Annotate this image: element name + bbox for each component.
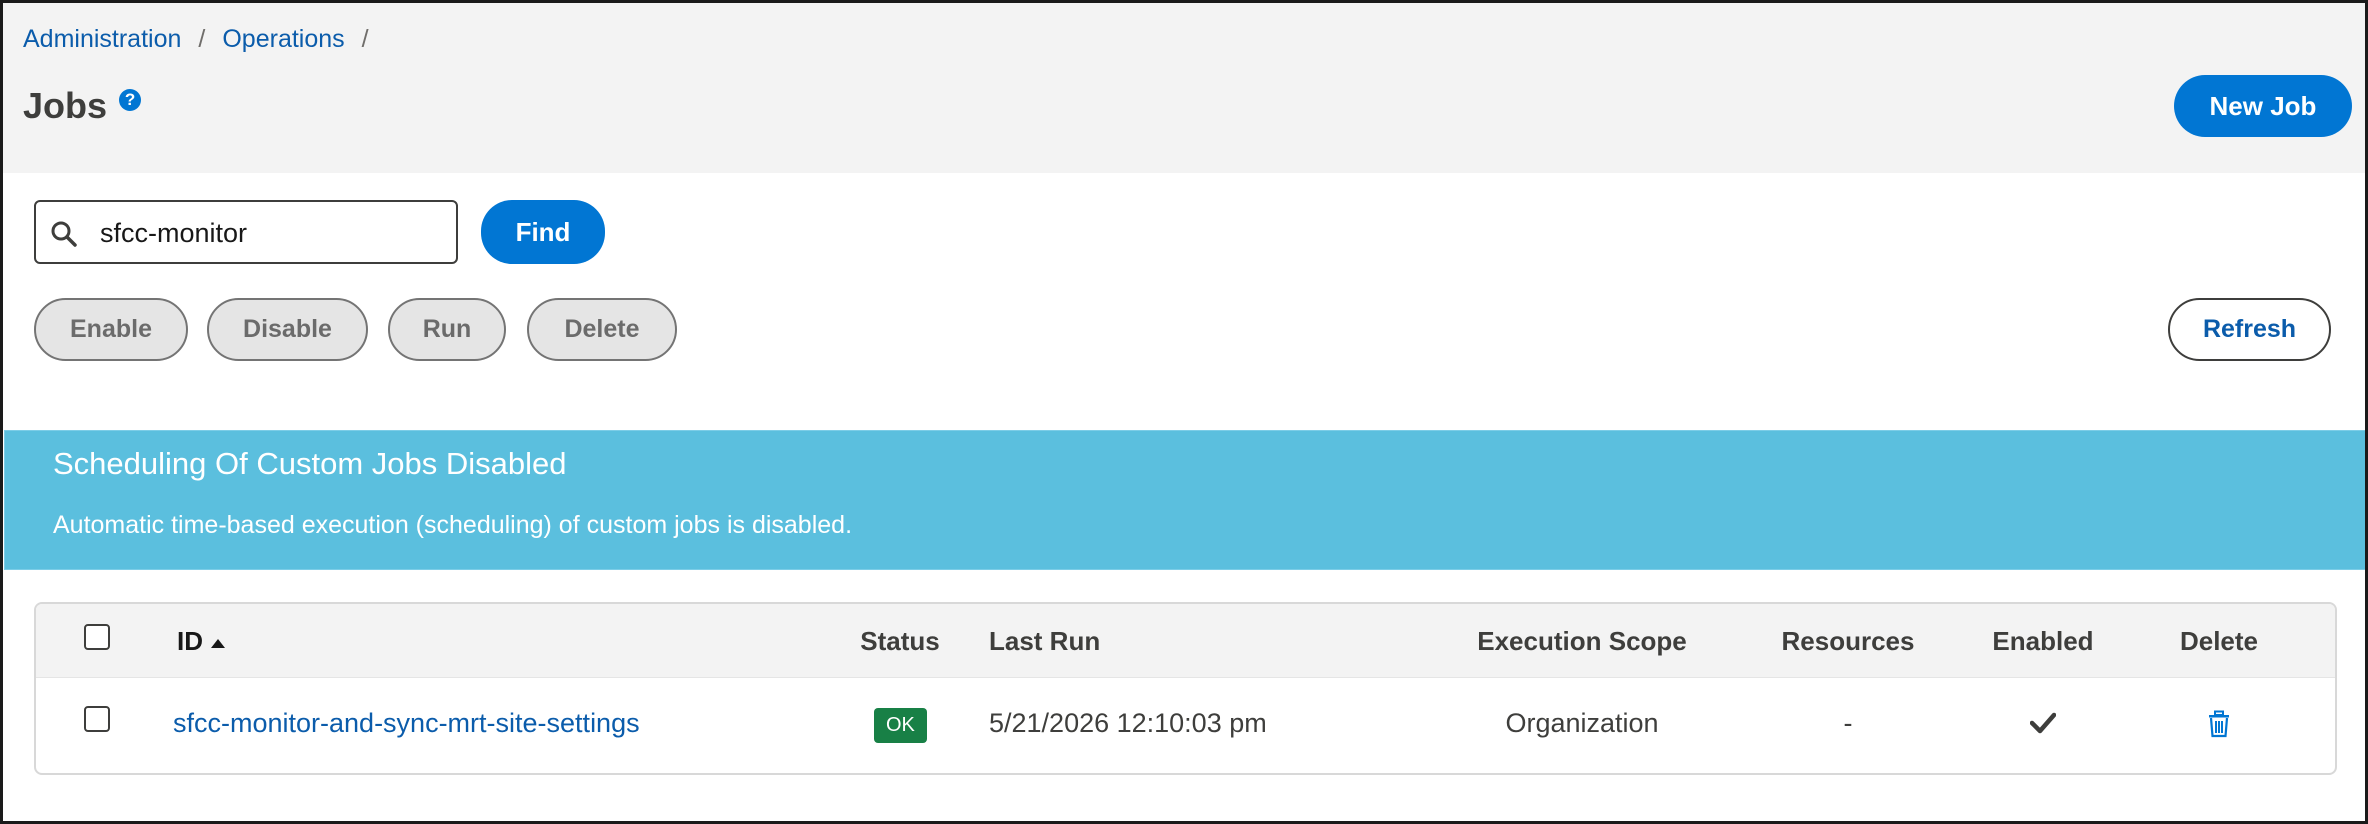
execution-scope-value: Organization: [1505, 708, 1659, 738]
breadcrumb-separator: /: [361, 25, 369, 53]
resources-value: -: [1843, 708, 1853, 738]
enable-button[interactable]: Enable: [34, 298, 188, 361]
breadcrumb: Administration / Operations /: [23, 25, 386, 54]
search-icon: [51, 221, 77, 247]
jobs-table: ID Status Last Run Execution Scope Resou…: [34, 602, 2337, 775]
row-checkbox[interactable]: [84, 706, 110, 732]
last-run-value: 5/21/2026 12:10:03 pm: [989, 708, 1267, 738]
job-id-link[interactable]: sfcc-monitor-and-sync-mrt-site-settings: [173, 708, 640, 739]
trash-icon[interactable]: [2207, 710, 2231, 738]
breadcrumb-administration[interactable]: Administration: [23, 25, 181, 54]
column-header-enabled: Enabled: [1992, 626, 2094, 656]
breadcrumb-operations[interactable]: Operations: [222, 25, 344, 54]
search-input[interactable]: sfcc-monitor: [34, 200, 458, 264]
sort-ascending-icon: [211, 638, 225, 648]
table-header: ID Status Last Run Execution Scope Resou…: [36, 604, 2335, 678]
breadcrumb-separator: /: [198, 25, 206, 53]
table-row: sfcc-monitor-and-sync-mrt-site-settings …: [36, 678, 2335, 773]
run-button[interactable]: Run: [388, 298, 506, 361]
refresh-button[interactable]: Refresh: [2168, 298, 2331, 361]
select-all-checkbox[interactable]: [84, 624, 110, 650]
scheduling-disabled-banner: Scheduling Of Custom Jobs Disabled Autom…: [4, 430, 2366, 570]
banner-title: Scheduling Of Custom Jobs Disabled: [53, 446, 567, 481]
checkmark-icon: [2030, 712, 2056, 734]
column-header-resources: Resources: [1781, 626, 1915, 656]
column-header-id-label: ID: [177, 626, 203, 656]
banner-text: Automatic time-based execution (scheduli…: [53, 511, 853, 539]
column-header-last-run: Last Run: [989, 626, 1101, 656]
column-header-id[interactable]: ID: [177, 626, 225, 657]
page-title-row: Jobs ?: [23, 85, 142, 127]
search-input-value: sfcc-monitor: [100, 218, 248, 248]
column-header-status: Status: [860, 626, 940, 656]
find-button[interactable]: Find: [481, 200, 605, 264]
delete-button[interactable]: Delete: [527, 298, 677, 361]
status-badge: OK: [874, 708, 927, 743]
page-title: Jobs: [23, 85, 108, 126]
disable-button[interactable]: Disable: [207, 298, 368, 361]
column-header-delete: Delete: [2179, 626, 2259, 656]
column-header-execution-scope: Execution Scope: [1477, 626, 1687, 656]
page-header: Administration / Operations / Jobs ? New…: [3, 3, 2365, 173]
new-job-button[interactable]: New Job: [2174, 75, 2352, 137]
question-circle-icon[interactable]: ?: [119, 89, 142, 111]
